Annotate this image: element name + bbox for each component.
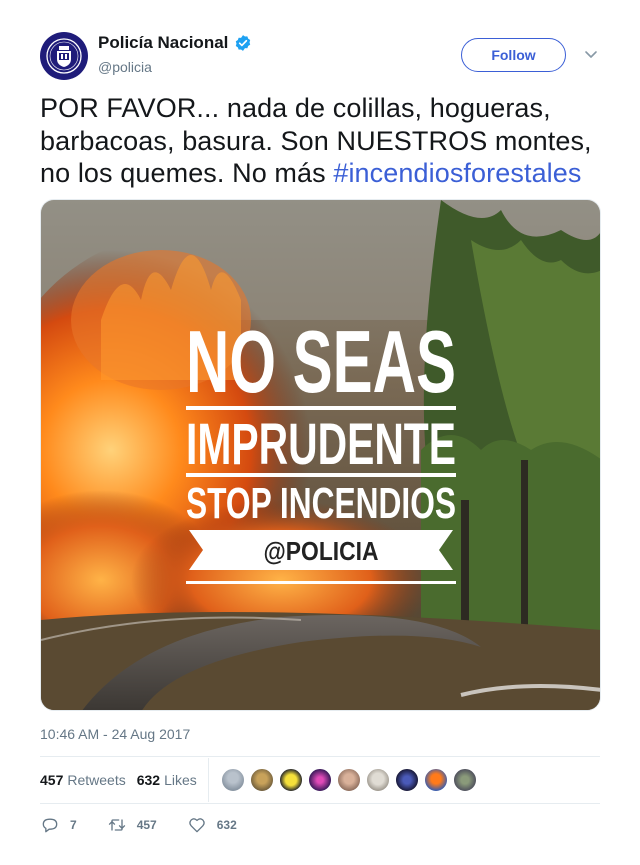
liker-avatar[interactable] bbox=[278, 768, 303, 792]
fire-poster-image: NO SEAS IMPRUDENTE STOP INCENDIOS @POLIC… bbox=[41, 200, 600, 710]
liker-avatar[interactable] bbox=[336, 768, 361, 792]
retweet-count: 457 bbox=[136, 818, 157, 832]
police-badge-icon bbox=[46, 38, 82, 74]
retweet-icon bbox=[108, 819, 125, 831]
chevron-down-icon[interactable] bbox=[583, 46, 599, 62]
liker-avatar[interactable] bbox=[452, 768, 477, 792]
poster-line3: STOP INCENDIOS bbox=[186, 479, 456, 528]
avatar[interactable] bbox=[40, 32, 88, 80]
poster-banner-text: @POLICIA bbox=[264, 536, 379, 566]
like-count: 632 bbox=[216, 818, 237, 832]
liker-avatar[interactable] bbox=[394, 768, 419, 792]
reply-icon bbox=[42, 818, 58, 833]
likes-stat[interactable]: 632 Likes bbox=[137, 772, 197, 788]
name-row: Policía Nacional bbox=[98, 33, 252, 53]
handle[interactable]: @policia bbox=[98, 59, 152, 75]
liker-avatar[interactable] bbox=[307, 768, 332, 792]
retweets-label: Retweets bbox=[67, 772, 126, 788]
retweets-stat[interactable]: 457 Retweets bbox=[40, 772, 126, 788]
poster-line1: NO SEAS bbox=[186, 312, 456, 411]
like-button[interactable]: 632 bbox=[187, 815, 237, 835]
verified-badge-icon bbox=[236, 35, 251, 51]
liker-avatar[interactable] bbox=[249, 768, 274, 792]
liker-avatar[interactable] bbox=[220, 768, 245, 792]
poster-line2: IMPRUDENTE bbox=[186, 412, 456, 477]
tweet-header: Policía Nacional @policia Follow bbox=[40, 32, 600, 82]
tweet-media[interactable]: NO SEAS IMPRUDENTE STOP INCENDIOS @POLIC… bbox=[40, 199, 601, 711]
liker-avatars bbox=[220, 768, 482, 792]
divider-bottom bbox=[40, 803, 600, 804]
reply-button[interactable]: 7 bbox=[40, 815, 77, 835]
display-name[interactable]: Policía Nacional bbox=[98, 33, 228, 53]
retweet-button[interactable]: 457 bbox=[107, 815, 157, 835]
liker-avatar[interactable] bbox=[423, 768, 448, 792]
divider-top bbox=[40, 756, 600, 757]
tweet-stats: 457 Retweets 632 Likes bbox=[40, 758, 600, 802]
likes-label: Likes bbox=[164, 772, 197, 788]
retweets-count: 457 bbox=[40, 772, 64, 788]
tweet-actions: 7 457 632 bbox=[40, 812, 267, 838]
likes-count: 632 bbox=[136, 772, 161, 788]
tweet-text: POR FAVOR... nada de colillas, hogueras,… bbox=[40, 92, 610, 190]
liker-avatar[interactable] bbox=[365, 768, 390, 792]
follow-button[interactable]: Follow bbox=[461, 38, 566, 72]
stats-separator bbox=[207, 758, 209, 802]
heart-icon bbox=[188, 818, 205, 833]
hashtag-link[interactable]: #incendiosforestales bbox=[333, 158, 581, 188]
reply-count: 7 bbox=[70, 818, 77, 832]
tweet-timestamp[interactable]: 10:46 AM - 24 Aug 2017 bbox=[40, 726, 190, 742]
